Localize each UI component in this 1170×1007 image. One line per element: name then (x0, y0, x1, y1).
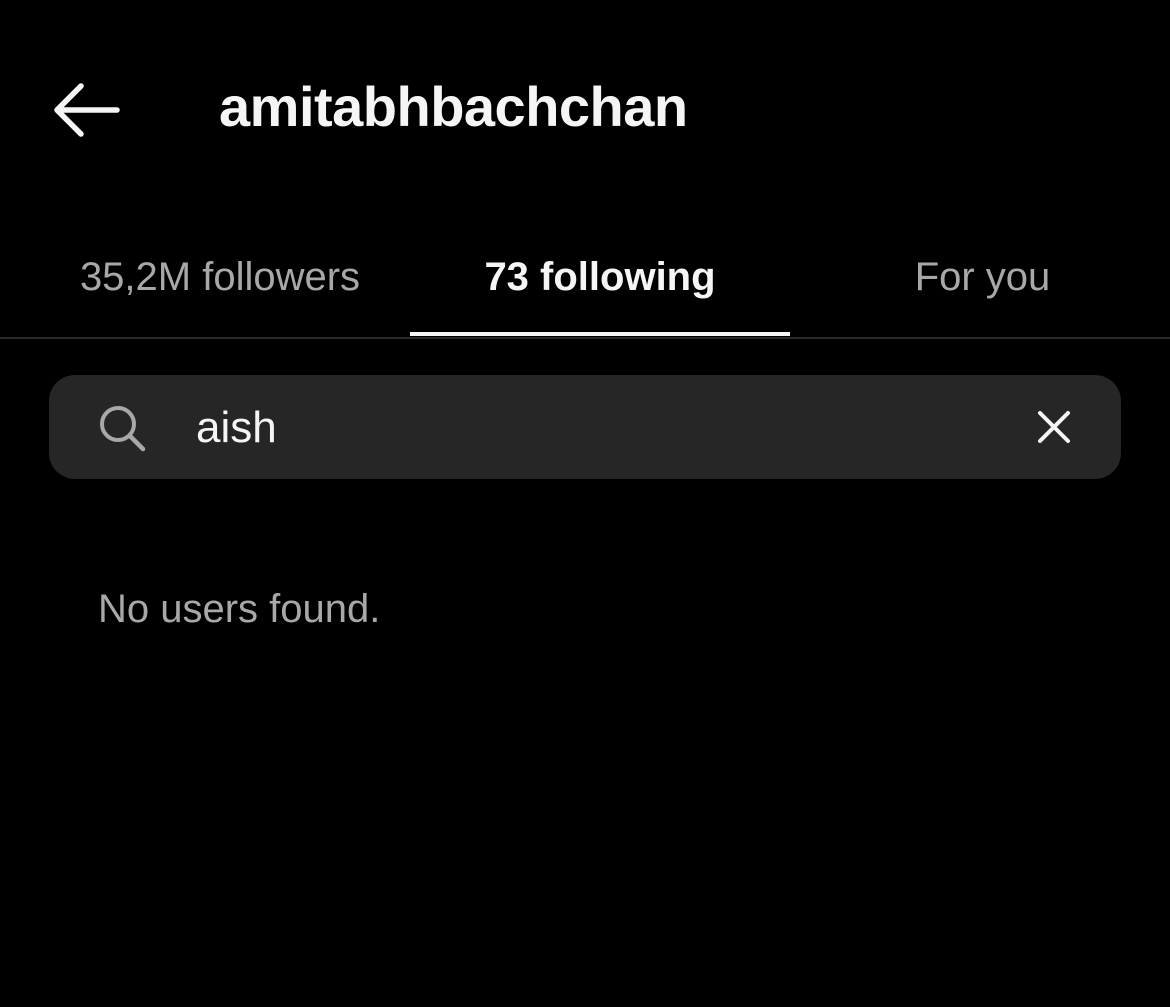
close-icon (1038, 411, 1070, 443)
tabs-divider (0, 337, 1170, 339)
tab-bar: 35,2M followers 73 following For you (0, 215, 1170, 338)
search-icon (100, 406, 146, 452)
search-input[interactable] (196, 395, 996, 461)
arrow-left-icon (54, 83, 120, 137)
tab-followers[interactable]: 35,2M followers (25, 215, 415, 338)
active-tab-indicator (410, 332, 790, 336)
tab-for-you[interactable]: For you (795, 215, 1170, 338)
no-results-message: No users found. (98, 587, 381, 631)
clear-search-button[interactable] (1024, 397, 1084, 457)
tab-following[interactable]: 73 following (410, 215, 790, 338)
back-button[interactable] (40, 70, 130, 150)
page-title: amitabhbachchan (219, 75, 688, 138)
top-bar: amitabhbachchan (0, 0, 1170, 215)
